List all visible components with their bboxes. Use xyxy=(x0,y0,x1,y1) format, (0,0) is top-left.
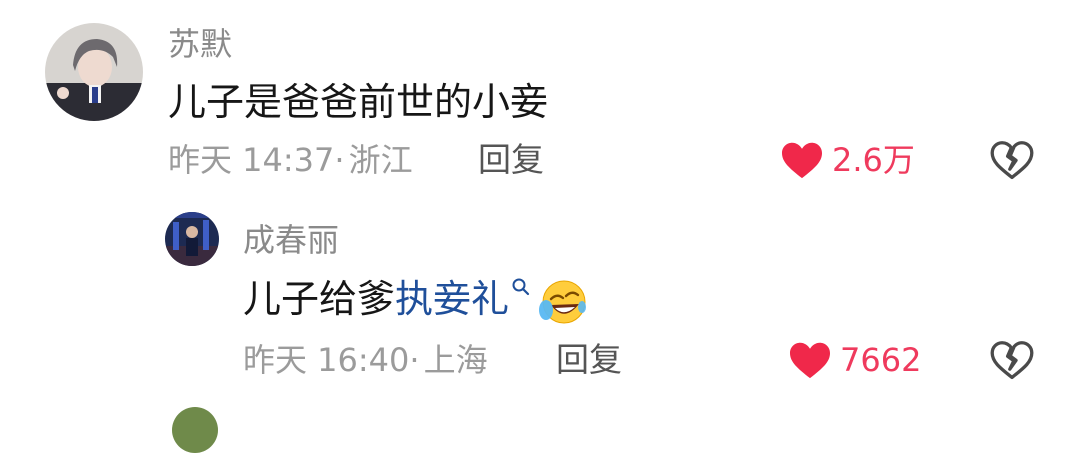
comment-meta: 昨天 14:37· 浙江 xyxy=(168,140,413,180)
like-button[interactable]: 2.6万 xyxy=(780,140,915,180)
reply-location: 上海 xyxy=(423,341,488,379)
reply-like-button[interactable]: 7662 xyxy=(788,340,921,380)
reply-dislike-button[interactable] xyxy=(990,339,1034,385)
reply-text-prefix: 儿子给爹 xyxy=(243,277,396,321)
like-count: 2.6万 xyxy=(832,141,915,179)
reply-username[interactable]: 成春丽 xyxy=(243,220,339,260)
heart-icon xyxy=(782,142,822,179)
reply-reply-button[interactable]: 回复 xyxy=(556,340,622,380)
comment-time: 昨天 14:37 xyxy=(168,141,335,179)
reply-search-link[interactable]: 执妾礼 xyxy=(395,277,509,321)
comment-text: 儿子是爸爸前世的小妾 xyxy=(168,80,549,124)
avatar[interactable] xyxy=(45,23,143,121)
reply-button[interactable]: 回复 xyxy=(478,140,544,180)
reply-time: 昨天 16:40 xyxy=(243,341,410,379)
comment-username[interactable]: 苏默 xyxy=(168,24,232,64)
reply-like-count: 7662 xyxy=(840,341,922,379)
reply-avatar[interactable] xyxy=(165,212,219,266)
broken-heart-icon xyxy=(990,141,1034,180)
meta-separator: · xyxy=(334,141,345,179)
search-icon[interactable] xyxy=(511,277,531,297)
laughing-crying-emoji xyxy=(539,280,587,323)
next-comment-avatar[interactable] xyxy=(172,407,218,453)
reply-text: 儿子给爹执妾礼 xyxy=(243,275,587,327)
heart-icon xyxy=(790,342,830,379)
meta-separator: · xyxy=(409,341,420,379)
broken-heart-icon xyxy=(990,341,1034,380)
comment-location: 浙江 xyxy=(348,141,413,179)
reply-meta: 昨天 16:40· 上海 xyxy=(243,340,488,380)
dislike-button[interactable] xyxy=(990,139,1034,185)
